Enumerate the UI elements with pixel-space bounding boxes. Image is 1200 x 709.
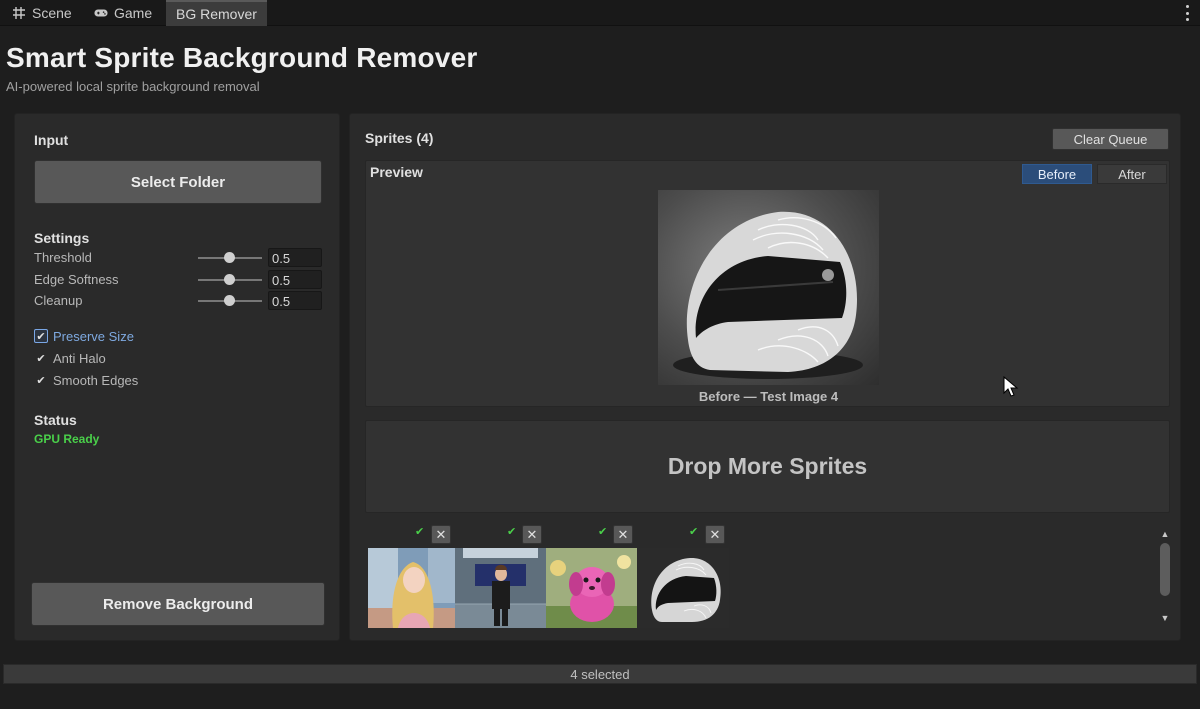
edge-softness-value-field[interactable]: 0.5 (268, 270, 322, 289)
pink-puppy-thumbnail[interactable] (546, 548, 637, 628)
preserve-size-label: Preserve Size (53, 328, 134, 344)
tab-scene-label: Scene (32, 5, 72, 21)
cleanup-value-field[interactable]: 0.5 (268, 291, 322, 310)
tab-game-label: Game (114, 5, 153, 21)
checkmark-icon: ✔ (34, 329, 48, 343)
remove-sprite-4-button[interactable]: ✕ (705, 525, 725, 544)
sprites-panel: Sprites (4) Clear Queue Preview Before A… (349, 113, 1181, 641)
threshold-row: Threshold 0.5 (34, 248, 324, 268)
preview-label: Preview (370, 164, 423, 180)
more-options-icon[interactable] (1184, 5, 1190, 21)
smooth-edges-label: Smooth Edges (53, 372, 139, 388)
thumbnail-scrollbar[interactable]: ▲ ▼ (1158, 526, 1172, 626)
helmet-thumbnail[interactable] (638, 548, 729, 628)
done-check-icon: ✔ (507, 526, 517, 538)
tab-bg-remover-label: BG Remover (176, 6, 257, 22)
tab-scene[interactable]: Scene (4, 0, 80, 26)
gamepad-icon (94, 6, 108, 20)
preview-area: Preview Before After Before — Test Image… (365, 160, 1170, 407)
checkmark-icon: ✔ (36, 352, 46, 365)
edge-softness-row: Edge Softness 0.5 (34, 270, 324, 290)
remove-sprite-1-button[interactable]: ✕ (431, 525, 451, 544)
after-toggle-button[interactable]: After (1097, 164, 1167, 184)
mouse-cursor-icon (1003, 376, 1019, 397)
remove-sprite-2-button[interactable]: ✕ (522, 525, 542, 544)
editor-tab-bar: Scene Game BG Remover (0, 0, 1200, 26)
preview-caption: Before — Test Image 4 (698, 389, 839, 404)
tab-game[interactable]: Game (86, 0, 160, 26)
input-section-label: Input (34, 132, 69, 148)
sprites-count-label: Sprites (4) (365, 130, 434, 146)
preserve-size-checkbox[interactable]: ✔ Preserve Size (34, 327, 134, 345)
done-check-icon: ✔ (415, 526, 425, 538)
done-check-icon: ✔ (598, 526, 608, 538)
status-section-label: Status (34, 412, 77, 428)
input-settings-panel: Input Select Folder Settings Threshold 0… (14, 113, 340, 641)
drop-more-sprites-zone[interactable]: Drop More Sprites (365, 420, 1170, 513)
preview-image-helmet (658, 190, 879, 385)
scroll-down-icon[interactable]: ▼ (1160, 613, 1170, 623)
checkmark-icon: ✔ (36, 374, 46, 387)
remove-sprite-3-button[interactable]: ✕ (613, 525, 633, 544)
cleanup-row: Cleanup 0.5 (34, 291, 324, 311)
anti-halo-label: Anti Halo (53, 350, 106, 366)
threshold-value-field[interactable]: 0.5 (268, 248, 322, 267)
threshold-label: Threshold (34, 250, 92, 265)
status-badge: GPU Ready (34, 432, 100, 446)
page-subtitle: AI-powered local sprite background remov… (6, 79, 260, 94)
before-toggle-button[interactable]: Before (1022, 164, 1092, 184)
smooth-edges-checkbox[interactable]: ✔ Smooth Edges (34, 371, 138, 389)
cleanup-label: Cleanup (34, 293, 83, 308)
scrollbar-thumb[interactable] (1160, 543, 1170, 596)
edge-softness-slider-handle[interactable] (224, 274, 235, 285)
done-check-icon: ✔ (689, 526, 699, 538)
select-folder-button[interactable]: Select Folder (34, 160, 322, 204)
tab-bg-remover[interactable]: BG Remover (166, 0, 267, 26)
threshold-slider-handle[interactable] (224, 252, 235, 263)
grid-icon (12, 6, 26, 20)
page-title: Smart Sprite Background Remover (6, 42, 478, 73)
edge-softness-label: Edge Softness (34, 272, 119, 287)
anti-halo-checkbox[interactable]: ✔ Anti Halo (34, 349, 106, 367)
cleanup-slider-handle[interactable] (224, 295, 235, 306)
remove-background-button[interactable]: Remove Background (31, 582, 325, 626)
scroll-up-icon[interactable]: ▲ (1160, 529, 1170, 539)
clear-queue-button[interactable]: Clear Queue (1052, 128, 1169, 150)
character-in-room-thumbnail[interactable] (455, 548, 546, 628)
anime-girl-thumbnail[interactable] (368, 548, 459, 628)
selection-status-bar: 4 selected (3, 664, 1197, 684)
settings-section-label: Settings (34, 230, 90, 246)
